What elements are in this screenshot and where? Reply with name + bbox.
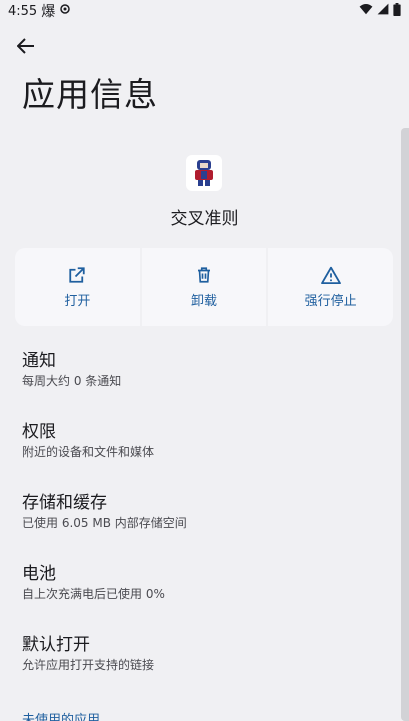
back-button[interactable] [12,34,40,58]
list-item-storage[interactable]: 存储和缓存 已使用 6.05 MB 内部存储空间 [22,492,382,563]
battery-icon [393,2,401,20]
settings-gear-icon [59,3,71,19]
force-stop-button[interactable]: 强行停止 [268,248,394,326]
list-item-open-by-default[interactable]: 默认打开 允许应用打开支持的链接 [22,634,382,705]
uninstall-button[interactable]: 卸载 [141,248,267,326]
app-name: 交叉准则 [170,209,239,229]
settings-list: 通知 每周大约 0 条通知 权限 附近的设备和文件和媒体 存储和缓存 已使用 6… [22,350,382,705]
list-item-title: 通知 [22,351,56,371]
notification-icon: 爆 [41,4,56,20]
app-icon [186,155,222,191]
list-item-subtitle: 允许应用打开支持的链接 [22,658,155,672]
status-time: 4:55 [8,3,38,19]
list-item-title: 默认打开 [22,635,90,655]
list-item-notifications[interactable]: 通知 每周大约 0 条通知 [22,350,382,421]
list-item-subtitle: 自上次充满电后已使用 0% [22,587,165,601]
open-external-icon [69,266,85,283]
page-title: 应用信息 [22,75,158,114]
uninstall-label: 卸载 [191,293,218,309]
status-bar: 4:55 爆 [0,0,409,22]
list-item-permissions[interactable]: 权限 附近的设备和文件和媒体 [22,421,382,492]
list-item-subtitle: 已使用 6.05 MB 内部存储空间 [22,516,187,530]
scrollbar[interactable] [401,128,409,721]
open-button[interactable]: 打开 [15,248,140,326]
open-label: 打开 [64,293,91,309]
list-item-title: 权限 [22,422,56,442]
signal-icon [377,3,389,19]
list-item-battery[interactable]: 电池 自上次充满电后已使用 0% [22,563,382,634]
list-item-subtitle: 每周大约 0 条通知 [22,374,122,388]
wifi-icon [359,3,373,19]
back-arrow-icon [17,38,34,54]
list-item-title: 存储和缓存 [22,493,107,513]
action-bar: 打开 卸载 强行停止 [15,248,394,326]
unused-apps-section-header: 未使用的应用 [22,713,101,721]
list-item-title: 电池 [22,564,56,584]
warning-icon [320,266,341,284]
list-item-subtitle: 附近的设备和文件和媒体 [22,445,155,459]
force-stop-label: 强行停止 [304,293,357,309]
trash-icon [198,266,210,283]
